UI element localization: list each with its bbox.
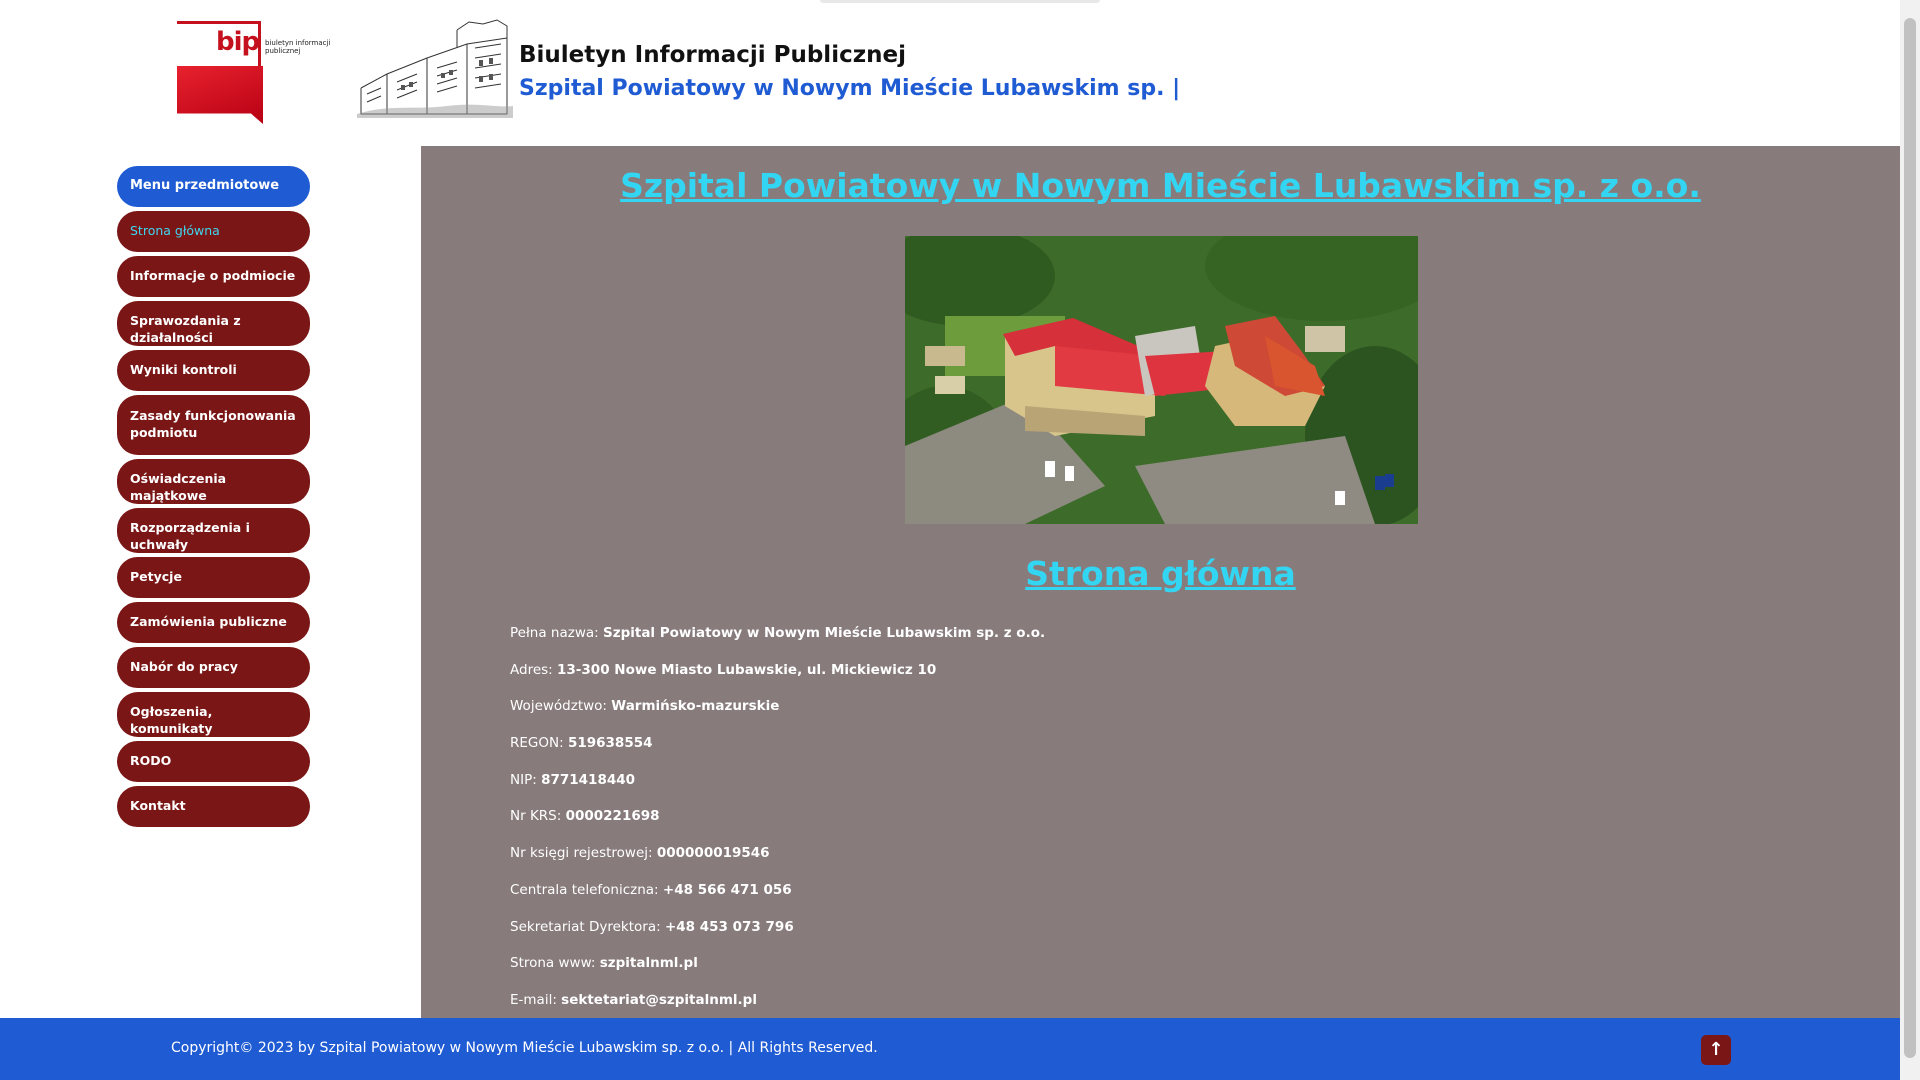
info-value[interactable]: +48 453 073 796	[665, 919, 794, 935]
bip-logo-text: bip	[216, 27, 260, 57]
info-value: 13-300 Nowe Miasto Lubawskie, ul. Mickie…	[557, 661, 937, 678]
institution-heading[interactable]: Szpital Powiatowy w Nowym Mieście Lubaws…	[519, 76, 1180, 101]
hospital-building-sketch	[357, 18, 513, 118]
info-row-phone: Centrala telefoniczna: +48 566 471 056	[510, 881, 1710, 918]
website-link[interactable]: szpitalnml.pl	[600, 955, 698, 971]
page-header: bip biuletyn informacji publicznej Biule…	[0, 0, 1900, 146]
sidebar-item-menu-przedmiotowe[interactable]: Menu przedmiotowe	[117, 166, 310, 207]
sidebar-item-petycje[interactable]: Petycje	[117, 557, 310, 598]
info-label: Centrala telefoniczna:	[510, 881, 659, 898]
sidebar-item-rozporzadzenia[interactable]: Rozporządzenia i uchwały	[117, 508, 310, 553]
copyright-text: Copyright© 2023 by Szpital Powiatowy w N…	[171, 1040, 878, 1056]
page-footer: Copyright© 2023 by Szpital Powiatowy w N…	[0, 1018, 1900, 1080]
sidebar-item-zamowienia-publiczne[interactable]: Zamówienia publiczne	[117, 602, 310, 643]
info-row-secretariat: Sekretariat Dyrektora: +48 453 073 796	[510, 918, 1710, 955]
scroll-to-top-button[interactable]: ↑	[1701, 1035, 1731, 1065]
info-label: Nr KRS:	[510, 808, 562, 825]
info-label: Strona www:	[510, 955, 596, 972]
email-link[interactable]: sektetariat@szpitalnml.pl	[561, 992, 757, 1008]
info-row-regon: REGON: 519638554	[510, 734, 1710, 771]
info-value: Szpital Powiatowy w Nowym Mieście Lubaws…	[603, 625, 1046, 641]
sidebar-menu: Menu przedmiotowe Strona główna Informac…	[117, 166, 310, 831]
bip-logo-subtext: biuletyn informacji publicznej	[265, 39, 331, 55]
institution-info: Pełna nazwa: Szpital Powiatowy w Nowym M…	[510, 624, 1710, 1028]
info-value[interactable]: +48 566 471 056	[663, 882, 792, 898]
info-label: NIP:	[510, 771, 537, 788]
info-label: Województwo:	[510, 698, 607, 715]
hospital-aerial-photo	[905, 236, 1418, 524]
info-value: 8771418440	[541, 771, 636, 788]
section-title[interactable]: Strona główna	[421, 554, 1900, 593]
info-label: Nr księgi rejestrowej:	[510, 845, 653, 862]
page-title[interactable]: Szpital Powiatowy w Nowym Mieście Lubaws…	[421, 166, 1900, 205]
info-label: E-mail:	[510, 991, 557, 1008]
info-row-website: Strona www: szpitalnml.pl	[510, 954, 1710, 991]
info-row-krs: Nr KRS: 0000221698	[510, 807, 1710, 844]
info-row-nip: NIP: 8771418440	[510, 771, 1710, 808]
sidebar-item-kontakt[interactable]: Kontakt	[117, 786, 310, 827]
sidebar-item-oswiadczenia-majatkowe[interactable]: Oświadczenia majątkowe	[117, 459, 310, 504]
scrollbar-thumb[interactable]	[1904, 18, 1916, 1058]
sidebar-item-ogloszenia[interactable]: Ogłoszenia, komunikaty	[117, 692, 310, 737]
sidebar-item-wyniki-kontroli[interactable]: Wyniki kontroli	[117, 350, 310, 391]
sidebar-item-informacje-o-podmiocie[interactable]: Informacje o podmiocie	[117, 256, 310, 297]
info-row-full-name: Pełna nazwa: Szpital Powiatowy w Nowym M…	[510, 624, 1710, 661]
sidebar-item-zasady-funkcjonowania[interactable]: Zasady funkcjonowania podmiotu	[117, 395, 310, 455]
info-value: Warmińsko-mazurskie	[611, 698, 780, 715]
sidebar-item-rodo[interactable]: RODO	[117, 741, 310, 782]
sidebar-item-nabor-do-pracy[interactable]: Nabór do pracy	[117, 647, 310, 688]
arrow-up-icon: ↑	[1708, 1039, 1724, 1060]
info-label: REGON:	[510, 735, 564, 752]
info-row-voivodeship: Województwo: Warmińsko-mazurskie	[510, 697, 1710, 734]
info-value: 0000221698	[565, 808, 660, 825]
bip-heading: Biuletyn Informacji Publicznej	[519, 42, 906, 68]
info-label: Adres:	[510, 661, 553, 678]
bip-logo-red-block	[177, 66, 263, 124]
sidebar-item-sprawozdania[interactable]: Sprawozdania z działalności	[117, 301, 310, 346]
bip-logo[interactable]: bip biuletyn informacji publicznej	[177, 21, 341, 125]
top-edge-shadow	[820, 0, 1100, 3]
info-label: Sekretariat Dyrektora:	[510, 918, 661, 935]
main-content: Szpital Powiatowy w Nowym Mieście Lubaws…	[421, 146, 1900, 1018]
sidebar-item-strona-glowna[interactable]: Strona główna	[117, 211, 310, 252]
info-row-address: Adres: 13-300 Nowe Miasto Lubawskie, ul.…	[510, 661, 1710, 698]
info-label: Pełna nazwa:	[510, 625, 599, 641]
page-scrollbar[interactable]	[1900, 0, 1920, 1080]
info-row-register-book: Nr księgi rejestrowej: 000000019546	[510, 844, 1710, 881]
info-value: 519638554	[567, 735, 653, 752]
info-value: 000000019546	[656, 845, 770, 862]
